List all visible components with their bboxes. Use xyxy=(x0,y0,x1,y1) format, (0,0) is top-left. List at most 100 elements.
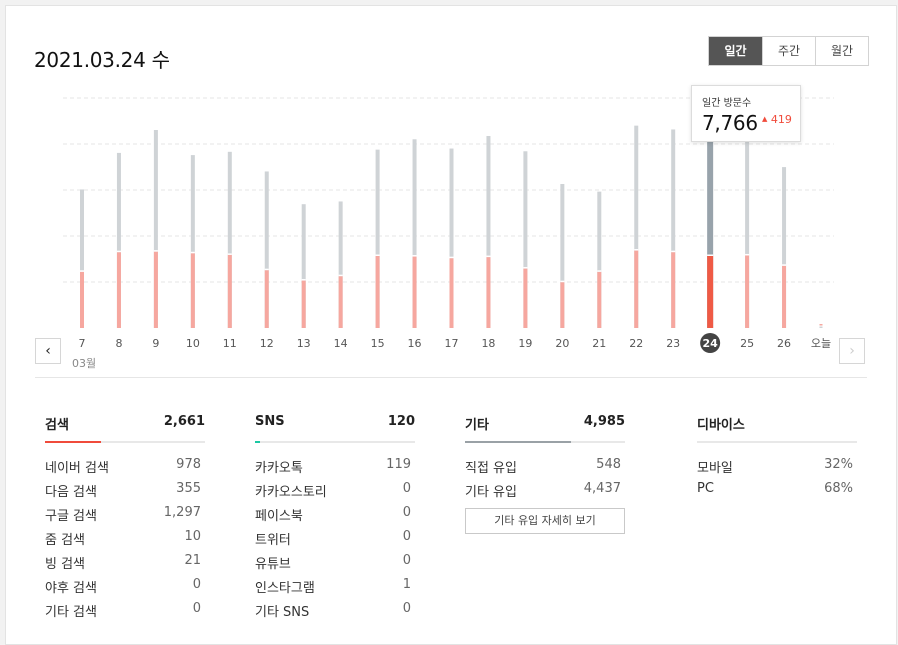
search-row-label: 기타 검색 xyxy=(45,605,97,620)
bar-part xyxy=(707,256,714,328)
bar-part xyxy=(116,252,121,328)
x-tick-label: 18 xyxy=(481,337,495,350)
bar-part xyxy=(560,282,565,328)
bar-separator xyxy=(301,279,306,281)
bar-part xyxy=(671,252,676,328)
search-share-fill xyxy=(45,441,101,443)
search-stats: 검색 2,661 네이버 검색 978 다음 검색 355 구글 검색 1,297 줌 검색… xyxy=(45,414,205,625)
sns-row-value: 0 xyxy=(402,529,411,544)
x-tick-label: 24 xyxy=(702,337,718,350)
visits-tooltip: 일간 방문수 7,766 ▲ 419 xyxy=(691,85,801,142)
device-row-value: 68% xyxy=(824,481,853,496)
bar-part xyxy=(338,276,343,328)
bar-separator xyxy=(227,253,232,255)
x-tick-label: 12 xyxy=(260,337,274,350)
bar-separator xyxy=(597,270,602,272)
search-row-label: 야후 검색 xyxy=(45,581,97,596)
bar-separator xyxy=(80,270,84,272)
etc-detail-button[interactable]: 기타 유입 자세히 보기 xyxy=(465,508,625,534)
search-title: 검색 xyxy=(45,418,69,433)
tooltip-delta-value: 419 xyxy=(770,113,792,126)
sns-share-bar xyxy=(255,441,415,443)
search-row: 다음 검색 355 xyxy=(45,481,205,505)
bar-separator xyxy=(671,250,676,253)
search-row: 구글 검색 1,297 xyxy=(45,505,205,529)
device-list: 모바일 32% PC 68% xyxy=(697,457,857,505)
device-row-value: 32% xyxy=(824,457,853,472)
x-tick-label: 11 xyxy=(223,337,237,350)
sns-row-label: 카카오톡 xyxy=(255,461,303,476)
bar-part xyxy=(190,253,195,328)
search-row-value: 355 xyxy=(176,481,201,496)
device-row: PC 68% xyxy=(697,481,857,505)
bar-part xyxy=(80,271,84,328)
device-row-label: PC xyxy=(697,481,714,496)
device-stats: 디바이스 모바일 32% PC 68% xyxy=(697,414,857,505)
search-row: 야후 검색 0 xyxy=(45,577,205,601)
device-divider xyxy=(697,441,857,443)
sns-header: SNS 120 xyxy=(255,414,415,436)
bar-separator xyxy=(375,254,380,256)
bar-part xyxy=(153,251,158,328)
x-tick-label: 20 xyxy=(555,337,569,350)
bar-separator xyxy=(782,264,787,266)
x-tick-label: 17 xyxy=(445,337,459,350)
bar-part xyxy=(523,268,528,328)
sns-row-label: 인스타그램 xyxy=(255,581,315,596)
bar-part xyxy=(819,324,823,326)
bar-separator xyxy=(707,254,714,256)
search-row: 네이버 검색 978 xyxy=(45,457,205,481)
bar-part xyxy=(597,271,602,328)
sns-row-value: 0 xyxy=(402,505,411,520)
sns-row: 유튜브 0 xyxy=(255,553,415,577)
sns-row-value: 1 xyxy=(402,577,411,592)
bar-separator xyxy=(116,250,121,253)
x-tick-label: 7 xyxy=(79,337,86,350)
tooltip-label: 일간 방문수 xyxy=(702,98,752,109)
etc-row-value: 548 xyxy=(596,457,621,472)
x-tick-label: 15 xyxy=(371,337,385,350)
search-row-value: 978 xyxy=(176,457,201,472)
chevron-left-icon[interactable]: ‹ xyxy=(35,338,61,364)
x-tick-label: 9 xyxy=(152,337,159,350)
etc-share-bar xyxy=(465,441,625,443)
sns-row: 카카오스토리 0 xyxy=(255,481,415,505)
bar-separator xyxy=(264,268,269,271)
x-tick-label: 19 xyxy=(518,337,532,350)
x-tick-label: 14 xyxy=(334,337,348,350)
bar-separator xyxy=(153,250,158,252)
bar-separator xyxy=(449,256,454,259)
tooltip-delta: ▲ 419 xyxy=(762,113,792,126)
sns-total: 120 xyxy=(387,414,415,429)
sns-share-fill xyxy=(255,441,260,443)
etc-row-value: 4,437 xyxy=(583,481,621,496)
x-tick-label: 10 xyxy=(186,337,200,350)
sns-title: SNS xyxy=(255,414,285,429)
x-tick-label: 26 xyxy=(777,337,791,350)
sns-row: 트위터 0 xyxy=(255,529,415,553)
etc-header: 기타 4,985 xyxy=(465,414,625,436)
device-row: 모바일 32% xyxy=(697,457,857,481)
etc-row: 직접 유입 548 xyxy=(465,457,625,481)
sns-row: 인스타그램 1 xyxy=(255,577,415,601)
etc-list: 직접 유입 548 기타 유입 4,437 xyxy=(465,457,625,505)
search-row-label: 네이버 검색 xyxy=(45,461,109,476)
search-total: 2,661 xyxy=(163,414,205,429)
search-row-value: 0 xyxy=(192,577,201,592)
search-row-value: 21 xyxy=(184,553,201,568)
sns-row-label: 페이스북 xyxy=(255,509,303,524)
bar-separator xyxy=(523,267,528,269)
sns-row: 카카오톡 119 xyxy=(255,457,415,481)
chevron-right-icon[interactable]: › xyxy=(839,338,865,364)
bar-separator xyxy=(560,280,565,283)
etc-row: 기타 유입 4,437 xyxy=(465,481,625,505)
bar-separator xyxy=(190,251,195,254)
etc-row-label: 기타 유입 xyxy=(465,485,517,500)
sns-row-value: 0 xyxy=(402,601,411,616)
search-row-value: 1,297 xyxy=(163,505,201,520)
sns-row-label: 기타 SNS xyxy=(255,605,310,620)
x-tick-label: 25 xyxy=(740,337,754,350)
search-row-label: 빙 검색 xyxy=(45,557,86,572)
sns-row-label: 카카오스토리 xyxy=(255,485,327,500)
bar-separator xyxy=(486,255,491,258)
